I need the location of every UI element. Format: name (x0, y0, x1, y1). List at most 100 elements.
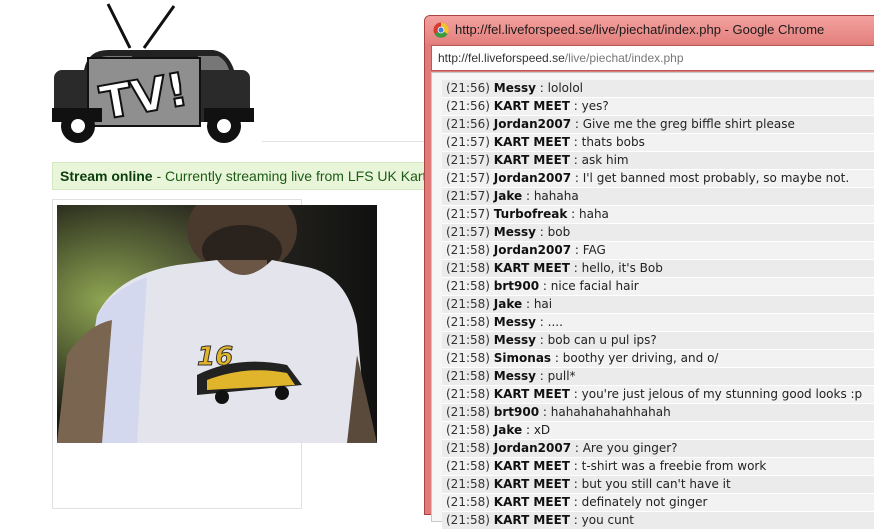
chat-message: (21:56) KART MEET : yes? (442, 98, 874, 116)
chat-message: (21:58) Messy : bob can u pul ips? (442, 332, 874, 350)
chat-text: : thats bobs (569, 135, 645, 149)
chat-username[interactable]: Jake (494, 423, 522, 437)
chat-message: (21:56) Jordan2007 : Give me the greg bi… (442, 116, 874, 134)
chat-text: : ask him (569, 153, 629, 167)
chat-message: (21:58) brt900 : nice facial hair (442, 278, 874, 296)
chat-message: (21:58) KART MEET : you're just jelous o… (442, 386, 874, 404)
divider (262, 141, 432, 142)
chat-text: : hahahahahahhahah (539, 405, 671, 419)
chat-text: : boothy yer driving, and o/ (551, 351, 719, 365)
chat-message: (21:58) Messy : pull* (442, 368, 874, 386)
chat-timestamp: (21:56) (446, 81, 490, 95)
chat-username[interactable]: KART MEET (494, 387, 570, 401)
chat-timestamp: (21:56) (446, 117, 490, 131)
chat-message: (21:58) KART MEET : but you still can't … (442, 476, 874, 494)
chat-username[interactable]: KART MEET (494, 135, 570, 149)
chat-message: (21:58) KART MEET : you cunt (442, 512, 874, 530)
chat-timestamp: (21:58) (446, 243, 490, 257)
chat-text: : hello, it's Bob (569, 261, 663, 275)
chat-message: (21:58) Messy : .... (442, 314, 874, 332)
chat-message: (21:58) Jake : hai (442, 296, 874, 314)
chat-message: (21:57) KART MEET : thats bobs (442, 134, 874, 152)
chat-timestamp: (21:58) (446, 459, 490, 473)
chat-text: : haha (567, 207, 609, 221)
chat-timestamp: (21:58) (446, 387, 490, 401)
chat-username[interactable]: KART MEET (494, 513, 570, 527)
url-host: http://fel.liveforspeed.se (438, 51, 565, 65)
chat-timestamp: (21:57) (446, 171, 490, 185)
chat-username[interactable]: KART MEET (494, 459, 570, 473)
chat-message: (21:58) Jake : xD (442, 422, 874, 440)
chat-timestamp: (21:58) (446, 405, 490, 419)
chat-username[interactable]: KART MEET (494, 495, 570, 509)
chat-username[interactable]: Messy (494, 225, 536, 239)
url-path: /live/piechat/index.php (564, 51, 684, 65)
chat-username[interactable]: Jordan2007 (494, 441, 571, 455)
chat-timestamp: (21:57) (446, 189, 490, 203)
chat-message: (21:57) Turbofreak : haha (442, 206, 874, 224)
chat-username[interactable]: KART MEET (494, 477, 570, 491)
chat-username[interactable]: Simonas (494, 351, 551, 365)
chat-timestamp: (21:58) (446, 279, 490, 293)
chat-username[interactable]: Messy (494, 81, 536, 95)
chat-text: : you cunt (569, 513, 635, 527)
chrome-icon (433, 22, 449, 38)
chat-username[interactable]: Jordan2007 (494, 171, 571, 185)
chat-timestamp: (21:56) (446, 99, 490, 113)
chat-username[interactable]: brt900 (494, 405, 539, 419)
chat-username[interactable]: Turbofreak (494, 207, 568, 221)
chat-timestamp: (21:58) (446, 351, 490, 365)
chat-username[interactable]: Jordan2007 (494, 117, 571, 131)
chat-text: : nice facial hair (539, 279, 639, 293)
chat-message: (21:58) KART MEET : hello, it's Bob (442, 260, 874, 278)
webcam-video[interactable]: 16 (57, 205, 377, 443)
tv-car-logo: TV! (48, 0, 258, 150)
chat-text: : yes? (569, 99, 609, 113)
chat-username[interactable]: Messy (494, 315, 536, 329)
chat-timestamp: (21:58) (446, 477, 490, 491)
chat-username[interactable]: KART MEET (494, 99, 570, 113)
chat-message: (21:58) KART MEET : definately not ginge… (442, 494, 874, 512)
chat-timestamp: (21:58) (446, 423, 490, 437)
chat-timestamp: (21:58) (446, 297, 490, 311)
chat-username[interactable]: KART MEET (494, 261, 570, 275)
chat-timestamp: (21:58) (446, 513, 490, 527)
chat-message: (21:57) KART MEET : ask him (442, 152, 874, 170)
chat-text: : t-shirt was a freebie from work (569, 459, 767, 473)
chat-message-list: (21:56) Messy : lololol (21:56) KART MEET… (442, 80, 874, 530)
chat-text: : but you still can't have it (569, 477, 731, 491)
chat-timestamp: (21:58) (446, 495, 490, 509)
chat-text: : I'l get banned most probably, so maybe… (571, 171, 850, 185)
chat-text: : xD (522, 423, 551, 437)
chat-username[interactable]: Jake (494, 297, 522, 311)
chat-message: (21:56) Messy : lololol (442, 80, 874, 98)
chat-timestamp: (21:57) (446, 225, 490, 239)
chat-timestamp: (21:58) (446, 369, 490, 383)
chat-text: : lololol (535, 81, 584, 95)
chat-username[interactable]: brt900 (494, 279, 539, 293)
address-bar[interactable]: http://fel.liveforspeed.se/live/piechat/… (431, 45, 874, 71)
chat-text: : hahaha (522, 189, 579, 203)
chat-message: (21:58) Jordan2007 : FAG (442, 242, 874, 260)
chat-panel[interactable]: (21:56) Messy : lololol (21:56) KART MEET… (431, 72, 874, 530)
chat-text: : .... (535, 315, 563, 329)
chat-username[interactable]: Messy (494, 333, 536, 347)
chat-text: : Give me the greg biffle shirt please (571, 117, 795, 131)
chat-timestamp: (21:58) (446, 333, 490, 347)
chat-username[interactable]: KART MEET (494, 153, 570, 167)
chat-text: : you're just jelous of my stunning good… (569, 387, 863, 401)
chat-username[interactable]: Jake (494, 189, 522, 203)
chat-message: (21:58) Jordan2007 : Are you ginger? (442, 440, 874, 458)
chat-username[interactable]: Messy (494, 369, 536, 383)
chat-username[interactable]: Jordan2007 (494, 243, 571, 257)
chat-text: : definately not ginger (569, 495, 708, 509)
window-title: http://fel.liveforspeed.se/live/piechat/… (455, 22, 825, 37)
chat-text: : hai (522, 297, 553, 311)
chat-message: (21:58) Simonas : boothy yer driving, an… (442, 350, 874, 368)
chat-text: : Are you ginger? (571, 441, 678, 455)
chrome-popup-window[interactable]: http://fel.liveforspeed.se/live/piechat/… (424, 15, 874, 530)
chat-timestamp: (21:57) (446, 153, 490, 167)
shirt-number: 16 (197, 342, 233, 372)
chat-text: : bob (535, 225, 571, 239)
window-titlebar[interactable]: http://fel.liveforspeed.se/live/piechat/… (425, 16, 874, 44)
